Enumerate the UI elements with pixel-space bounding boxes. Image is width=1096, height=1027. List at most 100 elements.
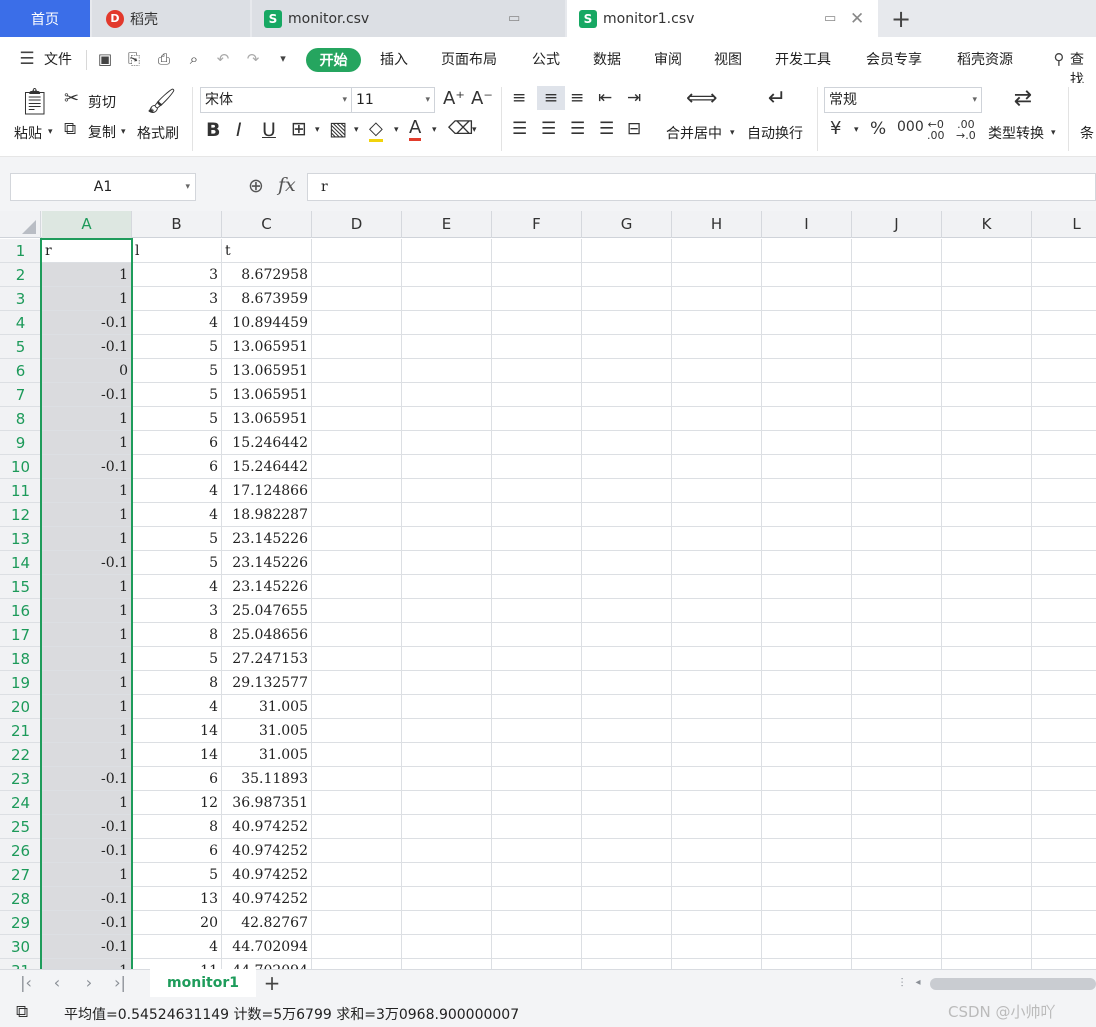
row-header[interactable]: 2 bbox=[0, 263, 41, 287]
cell-f6[interactable] bbox=[492, 359, 582, 383]
cell-f13[interactable] bbox=[492, 527, 582, 551]
cell-a14[interactable]: -0.1 bbox=[42, 551, 132, 575]
cell-i3[interactable] bbox=[762, 287, 852, 311]
row-header[interactable]: 30 bbox=[0, 935, 41, 959]
cell-c21[interactable]: 31.005 bbox=[222, 719, 312, 743]
cell-l5[interactable] bbox=[1032, 335, 1096, 359]
cell-a5[interactable]: -0.1 bbox=[42, 335, 132, 359]
cell-k1[interactable] bbox=[942, 239, 1032, 263]
column-header-j[interactable]: J bbox=[852, 211, 942, 238]
cell-i30[interactable] bbox=[762, 935, 852, 959]
cell-a22[interactable]: 1 bbox=[42, 743, 132, 767]
cell-d8[interactable] bbox=[312, 407, 402, 431]
cell-g4[interactable] bbox=[582, 311, 672, 335]
cell-d6[interactable] bbox=[312, 359, 402, 383]
cell-e5[interactable] bbox=[402, 335, 492, 359]
menu-developer[interactable]: 开发工具 bbox=[775, 49, 831, 69]
cell-d23[interactable] bbox=[312, 767, 402, 791]
paste-button[interactable]: 粘贴 bbox=[14, 123, 42, 143]
cell-d11[interactable] bbox=[312, 479, 402, 503]
cell-h17[interactable] bbox=[672, 623, 762, 647]
cell-j23[interactable] bbox=[852, 767, 942, 791]
cell-j10[interactable] bbox=[852, 455, 942, 479]
cell-b16[interactable]: 3 bbox=[132, 599, 222, 623]
bold-icon[interactable]: B bbox=[206, 119, 220, 141]
cell-a9[interactable]: 1 bbox=[42, 431, 132, 455]
menu-review[interactable]: 审阅 bbox=[654, 49, 682, 69]
cell-d1[interactable] bbox=[312, 239, 402, 263]
cell-j13[interactable] bbox=[852, 527, 942, 551]
cell-b9[interactable]: 6 bbox=[132, 431, 222, 455]
cell-k18[interactable] bbox=[942, 647, 1032, 671]
menu-start[interactable]: 开始 bbox=[306, 48, 361, 72]
cell-g5[interactable] bbox=[582, 335, 672, 359]
cell-l27[interactable] bbox=[1032, 863, 1096, 887]
cell-l25[interactable] bbox=[1032, 815, 1096, 839]
cell-e17[interactable] bbox=[402, 623, 492, 647]
cell-d2[interactable] bbox=[312, 263, 402, 287]
fx-icon[interactable]: fx bbox=[278, 174, 296, 196]
chevron-down-icon[interactable]: ▾ bbox=[354, 125, 359, 135]
cell-i2[interactable] bbox=[762, 263, 852, 287]
currency-icon[interactable]: ¥ bbox=[830, 118, 841, 139]
cell-i25[interactable] bbox=[762, 815, 852, 839]
chevron-down-icon[interactable]: ▾ bbox=[315, 125, 320, 135]
cell-c22[interactable]: 31.005 bbox=[222, 743, 312, 767]
cell-l12[interactable] bbox=[1032, 503, 1096, 527]
column-header-k[interactable]: K bbox=[942, 211, 1032, 238]
cell-c9[interactable]: 15.246442 bbox=[222, 431, 312, 455]
chevron-down-icon[interactable]: ▾ bbox=[1051, 128, 1056, 138]
cell-g3[interactable] bbox=[582, 287, 672, 311]
cell-b5[interactable]: 5 bbox=[132, 335, 222, 359]
cell-c31[interactable]: 44.702094 bbox=[222, 959, 312, 969]
cell-a10[interactable]: -0.1 bbox=[42, 455, 132, 479]
cell-j2[interactable] bbox=[852, 263, 942, 287]
scroll-left-icon[interactable]: ◂ bbox=[908, 973, 928, 993]
cell-d12[interactable] bbox=[312, 503, 402, 527]
cell-h31[interactable] bbox=[672, 959, 762, 969]
cell-e10[interactable] bbox=[402, 455, 492, 479]
cell-a27[interactable]: 1 bbox=[42, 863, 132, 887]
cell-a13[interactable]: 1 bbox=[42, 527, 132, 551]
font-color-icon[interactable]: A bbox=[409, 117, 422, 141]
next-sheet-icon[interactable]: › bbox=[79, 973, 99, 993]
row-header[interactable]: 8 bbox=[0, 407, 41, 431]
cell-e6[interactable] bbox=[402, 359, 492, 383]
cell-g17[interactable] bbox=[582, 623, 672, 647]
cell-j25[interactable] bbox=[852, 815, 942, 839]
cell-c16[interactable]: 25.047655 bbox=[222, 599, 312, 623]
row-header[interactable]: 9 bbox=[0, 431, 41, 455]
cell-l1[interactable] bbox=[1032, 239, 1096, 263]
cell-l20[interactable] bbox=[1032, 695, 1096, 719]
cell-i7[interactable] bbox=[762, 383, 852, 407]
cell-h21[interactable] bbox=[672, 719, 762, 743]
wrap-text-button[interactable]: 自动换行 bbox=[747, 123, 803, 143]
cell-d26[interactable] bbox=[312, 839, 402, 863]
cell-f1[interactable] bbox=[492, 239, 582, 263]
cell-h19[interactable] bbox=[672, 671, 762, 695]
row-header[interactable]: 29 bbox=[0, 911, 41, 935]
cell-c23[interactable]: 35.11893 bbox=[222, 767, 312, 791]
cell-k3[interactable] bbox=[942, 287, 1032, 311]
cell-c14[interactable]: 23.145226 bbox=[222, 551, 312, 575]
cell-c26[interactable]: 40.974252 bbox=[222, 839, 312, 863]
hamburger-icon[interactable]: ☰ bbox=[18, 50, 36, 68]
cell-h15[interactable] bbox=[672, 575, 762, 599]
cell-j21[interactable] bbox=[852, 719, 942, 743]
cell-l29[interactable] bbox=[1032, 911, 1096, 935]
cell-d19[interactable] bbox=[312, 671, 402, 695]
cell-a6[interactable]: 0 bbox=[42, 359, 132, 383]
cell-j6[interactable] bbox=[852, 359, 942, 383]
save-icon[interactable]: ▣ bbox=[96, 50, 114, 68]
cell-i12[interactable] bbox=[762, 503, 852, 527]
fill-color-icon[interactable]: ◇ bbox=[369, 118, 383, 142]
cell-l23[interactable] bbox=[1032, 767, 1096, 791]
cell-b19[interactable]: 8 bbox=[132, 671, 222, 695]
cell-j11[interactable] bbox=[852, 479, 942, 503]
cell-j3[interactable] bbox=[852, 287, 942, 311]
cell-b29[interactable]: 20 bbox=[132, 911, 222, 935]
cell-i10[interactable] bbox=[762, 455, 852, 479]
font-size-select[interactable]: 11 ▾ bbox=[351, 87, 435, 113]
cell-e31[interactable] bbox=[402, 959, 492, 969]
cell-h22[interactable] bbox=[672, 743, 762, 767]
